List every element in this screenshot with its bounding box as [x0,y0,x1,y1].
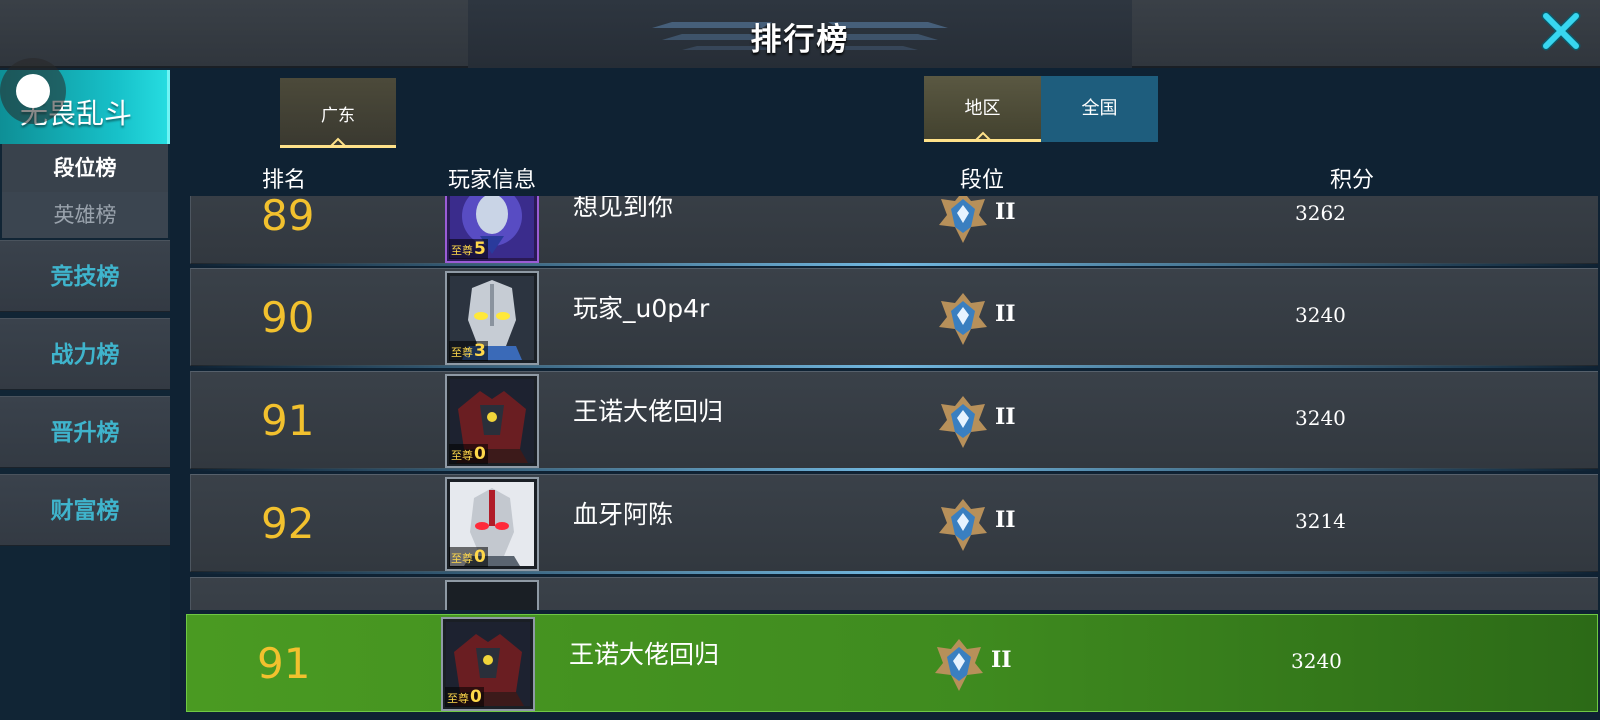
my-rank-row[interactable]: 91 至尊0 王诺大佬回归 II 3240 [186,614,1598,712]
tier-level: II [995,404,1016,430]
tier-badge-icon [939,396,987,448]
player-name: 玩家_u0p4r [573,294,710,323]
subtab-rank-tier[interactable]: 段位榜 [2,144,168,192]
tab-region-label: 地区 [964,98,1001,119]
region-filter-button[interactable]: 广东 [280,78,396,148]
tab-national[interactable]: 全国 [1041,76,1158,142]
column-header-player: 玩家信息 [448,168,537,193]
vip-label: 至尊 [451,244,473,257]
player-name: 血牙阿陈 [573,500,674,529]
floating-dot-icon [16,74,50,108]
vip-badge: 至尊0 [449,444,488,464]
column-header-rank: 排名 [262,168,307,193]
close-x-icon[interactable] [1540,10,1582,52]
leaderboard-row[interactable]: 91 至尊0 王诺大佬回归 II 3240 [190,371,1598,471]
tier-level: II [995,507,1016,533]
caret-up-icon [329,137,347,147]
column-header-tier: 段位 [960,168,1005,193]
tier-level: II [995,199,1016,225]
rank-number: 90 [261,293,315,342]
red-eye-hero-avatar-icon: 至尊0 [445,477,539,571]
my-tier-level: II [991,647,1012,673]
tier-badge-icon [939,196,987,243]
score-value: 3240 [1295,303,1346,327]
sidebar-item-power[interactable]: 战力榜 [0,318,170,390]
vip-badge: 至尊0 [449,547,488,567]
row-divider [191,571,1598,574]
score-value: 3214 [1295,509,1346,533]
my-score-value: 3240 [1291,649,1342,673]
leaderboard-row[interactable]: 89 至尊5 想见到你 II 3262 [190,196,1598,266]
row-divider [191,468,1598,471]
purple-hero-avatar-icon: 至尊5 [445,196,539,263]
vip-level: 0 [474,444,486,464]
player-name: 想见到你 [573,196,674,221]
rank-number: 89 [261,196,315,240]
caret-up-icon [973,131,992,141]
leaderboard-screen: 排行榜 无畏乱斗 段位榜 英雄榜 竞技榜 战力榜 晋升榜 财富榜 广东 地区 全… [0,0,1600,720]
tab-region[interactable]: 地区 [924,76,1041,142]
leaderboard-row-partial[interactable] [190,577,1598,610]
avatar-frame [445,580,539,610]
dark-armor-avatar-icon: 至尊0 [441,617,535,711]
leaderboard-row[interactable]: 90 至尊3 玩家_u0p4r II 3240 [190,268,1598,368]
subtab-hero[interactable]: 英雄榜 [2,192,168,238]
vip-label: 至尊 [451,552,473,565]
vip-level: 0 [470,687,482,707]
sidebar-item-arena[interactable]: 竞技榜 [0,240,170,312]
leaderboard-row[interactable]: 92 至尊0 血牙阿陈 II 3214 [190,474,1598,574]
vip-level: 3 [474,341,486,361]
my-rank-number: 91 [257,639,311,688]
page-title: 排行榜 [750,22,850,58]
top-bar: 排行榜 [0,0,1600,68]
row-divider [191,263,1598,266]
vip-badge: 至尊0 [445,687,484,707]
rank-number: 92 [261,499,315,548]
tier-badge-icon [939,499,987,551]
column-header-score: 积分 [1330,168,1375,193]
leaderboard-list[interactable]: 89 至尊5 想见到你 II 3262 90 至尊3 玩家_u0p4r II 3… [188,196,1600,610]
player-name: 王诺大佬回归 [573,397,724,426]
vip-badge: 至尊5 [449,239,488,259]
tier-level: II [995,301,1016,327]
sidebar-item-wealth[interactable]: 财富榜 [0,474,170,546]
row-divider [191,365,1598,368]
vip-level: 0 [474,547,486,567]
vip-label: 至尊 [447,692,469,705]
scope-tab-group: 地区 全国 [924,76,1158,142]
vip-label: 至尊 [451,346,473,359]
sidebar-item-promotion[interactable]: 晋升榜 [0,396,170,468]
tier-badge-icon [935,639,983,691]
vip-label: 至尊 [451,449,473,462]
score-value: 3240 [1295,406,1346,430]
vip-badge: 至尊3 [449,341,488,361]
region-filter-label: 广东 [321,106,355,126]
rank-number: 91 [261,396,315,445]
my-player-name: 王诺大佬回归 [569,640,720,669]
silver-hero-avatar-icon: 至尊3 [445,271,539,365]
score-value: 3262 [1295,201,1346,225]
sidebar: 无畏乱斗 段位榜 英雄榜 竞技榜 战力榜 晋升榜 财富榜 [0,68,170,720]
floating-assist-button[interactable] [0,58,66,124]
dark-armor-avatar-icon: 至尊0 [445,374,539,468]
tier-badge-icon [939,293,987,345]
vip-level: 5 [474,239,486,259]
